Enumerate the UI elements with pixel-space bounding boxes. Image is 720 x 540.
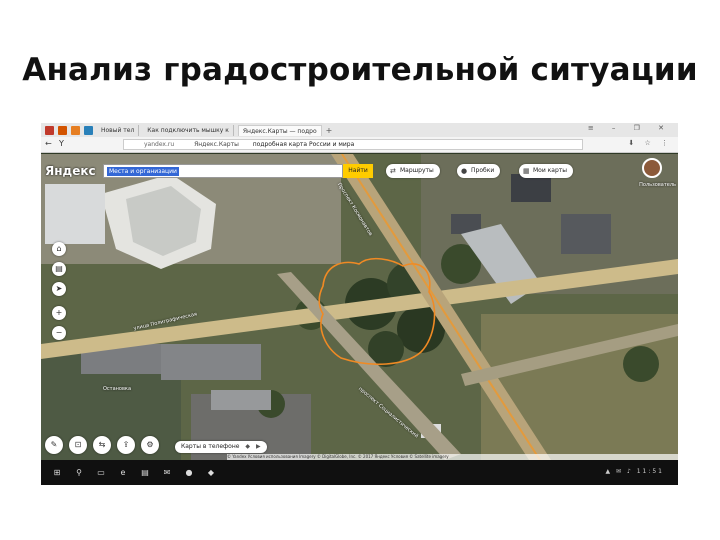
address-bar-actions[interactable]: ⬇ ☆ ⋮ xyxy=(628,139,672,147)
traffic-button[interactable]: ● Пробки xyxy=(457,164,501,178)
home-icon[interactable]: ⌂ xyxy=(52,242,66,256)
avatar[interactable] xyxy=(642,158,662,178)
routes-button[interactable]: ⇄ Маршруты xyxy=(386,164,440,178)
url-query: подробная карта России и мира xyxy=(252,141,355,148)
windows-taskbar: ⊞ ⚲ ▭ e ▤ ✉ ● ◆ ▲ ✉ ♪ 11:51 xyxy=(41,460,678,485)
search-button[interactable]: Найти xyxy=(343,164,373,178)
browser-tab[interactable]: Как подключить мышку к xyxy=(143,124,234,136)
task-view-icon[interactable]: ▭ xyxy=(95,468,107,477)
traffic-label: Пробки xyxy=(471,167,495,174)
panorama-icon[interactable]: ⊡ xyxy=(69,436,87,454)
map-tools: ✎ ⊡ ⇆ ⇪ ⚙ xyxy=(45,436,165,454)
zoom-in-button[interactable]: + xyxy=(52,306,66,320)
settings-icon[interactable]: ⚙ xyxy=(141,436,159,454)
traffic-icon: ● xyxy=(461,167,468,175)
app-store-icon: ◆ xyxy=(245,443,251,450)
browser-tab[interactable]: Новый тел xyxy=(97,124,140,136)
edge-icon[interactable]: e xyxy=(117,468,129,477)
maps-on-phone-button[interactable]: Карты в телефоне ◆ ▶ xyxy=(175,441,267,453)
yandex-logo[interactable]: Яндекс xyxy=(45,164,96,178)
app-icon[interactable]: ◆ xyxy=(205,468,217,477)
system-tray[interactable]: ▲ ✉ ♪ 11:51 xyxy=(606,468,664,475)
browser-screenshot: Новый тел Как подключить мышку к Яндекс.… xyxy=(41,123,678,485)
start-icon[interactable]: ⊞ xyxy=(51,468,63,477)
slide-title: Анализ градостроительной ситуации xyxy=(22,52,698,88)
share-icon[interactable]: ⇪ xyxy=(117,436,135,454)
search-icon[interactable]: ⚲ xyxy=(73,468,85,477)
window-controls[interactable]: ≡ – ❐ ✕ xyxy=(588,124,672,132)
bookmark-icon[interactable] xyxy=(84,125,93,135)
layers-icon: ▦ xyxy=(523,167,530,175)
explorer-icon[interactable]: ▤ xyxy=(139,468,151,477)
route-icon: ⇄ xyxy=(390,167,396,175)
back-arrow-icon[interactable]: ← xyxy=(45,139,52,148)
browser-tab-bar: Новый тел Как подключить мышку к Яндекс.… xyxy=(41,123,678,137)
layers-control-icon[interactable]: ▤ xyxy=(52,262,66,276)
url-title: Яндекс.Карты xyxy=(194,141,239,148)
bookmark-icon[interactable] xyxy=(45,125,54,135)
browser-tab-active[interactable]: Яндекс.Карты — подро xyxy=(237,124,322,136)
google-play-icon: ▶ xyxy=(255,443,261,450)
mail-icon[interactable]: ✉ xyxy=(161,468,173,477)
address-bar: ← Y yandex.ru Яндекс.Карты подробная кар… xyxy=(41,137,678,153)
browser-logo[interactable]: Y xyxy=(59,139,64,148)
chrome-icon[interactable]: ● xyxy=(183,468,195,477)
url-field[interactable]: yandex.ru Яндекс.Карты подробная карта Р… xyxy=(123,139,583,150)
ruler-icon[interactable]: ✎ xyxy=(45,436,63,454)
new-tab-button[interactable]: + xyxy=(326,126,333,135)
transport-icon[interactable]: ⇆ xyxy=(93,436,111,454)
search-selected-text: Места и организации xyxy=(107,167,179,176)
url-host: yandex.ru xyxy=(144,141,175,148)
locate-icon[interactable]: ➤ xyxy=(52,282,66,296)
bus-stop-label: Остановка xyxy=(103,386,132,392)
satellite-map[interactable]: Яндекс Места и организации Найти ⇄ Маршр… xyxy=(41,154,678,460)
satellite-imagery xyxy=(41,154,678,460)
my-maps-label: Мои карты xyxy=(533,167,567,174)
zoom-out-button[interactable]: − xyxy=(52,326,66,340)
bookmark-icon[interactable] xyxy=(58,125,67,135)
map-search-input[interactable]: Места и организации xyxy=(103,164,343,178)
user-name: Пользователь xyxy=(639,182,676,188)
my-maps-button[interactable]: ▦ Мои карты xyxy=(519,164,573,178)
routes-label: Маршруты xyxy=(400,167,434,174)
phone-label: Карты в телефоне xyxy=(181,443,240,450)
bookmark-icon[interactable] xyxy=(71,125,80,135)
